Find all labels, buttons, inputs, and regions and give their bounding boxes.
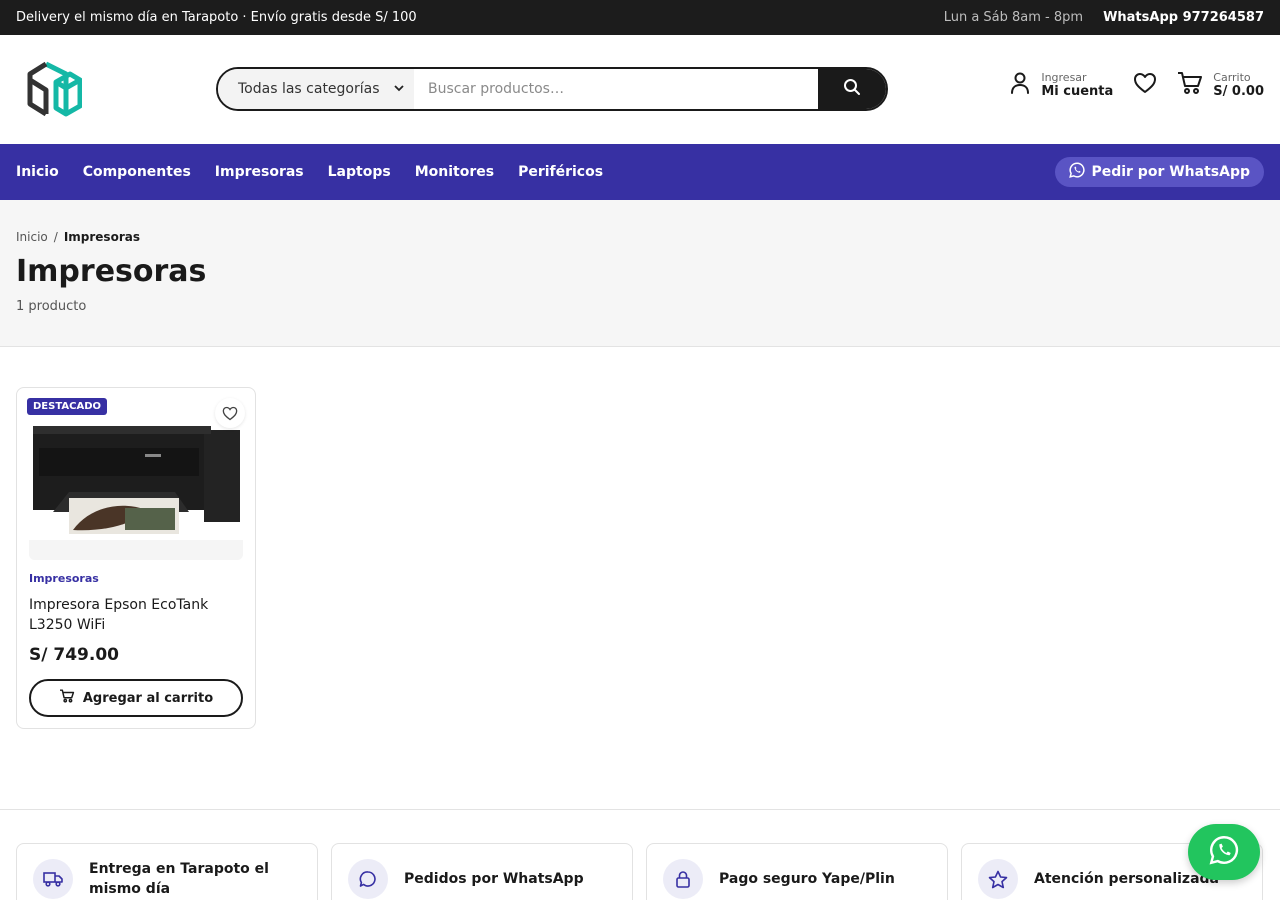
feature-text: Pedidos por WhatsApp [404,871,584,887]
feature-item: Pedidos por WhatsApp [331,843,633,900]
page-title: Impresoras [16,254,207,289]
features-strip: Entrega en Tarapoto el mismo día Pedidos… [0,809,1280,900]
nav-item-monitores[interactable]: Monitores [415,164,494,180]
product-card[interactable]: DESTACADO Impresoras Impresora Epson Eco… [16,387,256,729]
whatsapp-icon [1069,162,1086,182]
feature-item: Pago seguro Yape/Plin [646,843,948,900]
lock-icon [663,859,703,899]
product-price: S/ 749.00 [29,645,119,665]
promo-text: Delivery el mismo día en Tarapoto · Enví… [16,10,417,25]
nav-item-impresoras[interactable]: Impresoras [215,164,304,180]
breadcrumb-home[interactable]: Inicio [16,230,48,244]
whatsapp-order-label: Pedir por WhatsApp [1091,164,1250,180]
search-input[interactable] [414,69,818,109]
cart-total: S/ 0.00 [1213,84,1264,99]
search-button[interactable] [818,69,886,109]
cart-label: Carrito [1213,71,1251,84]
user-icon [1009,71,1031,99]
chat-icon [348,859,388,899]
category-select-value: Todas las categorías [238,81,380,97]
star-icon [978,859,1018,899]
nav-item-laptops[interactable]: Laptops [328,164,391,180]
account-link[interactable]: Ingresar Mi cuenta [1009,71,1113,99]
featured-badge: DESTACADO [27,398,107,415]
account-label: Mi cuenta [1041,84,1114,99]
whatsapp-order-button[interactable]: Pedir por WhatsApp [1055,157,1264,187]
top-bar: Delivery el mismo día en Tarapoto · Enví… [0,0,1280,35]
cart-icon [59,689,75,707]
chevron-down-icon [394,83,404,96]
store-hours: Lun a Sáb 8am - 8pm [943,10,1084,25]
floating-whatsapp-button[interactable] [1188,824,1260,880]
truck-icon [33,859,73,899]
site-header: Todas las categorías Ingresar Mi cuenta [0,35,1280,144]
wishlist-heart-icon[interactable] [1133,72,1157,98]
cart-icon [1177,71,1203,99]
breadcrumb-current: Impresoras [63,230,140,244]
wishlist-heart-icon[interactable] [215,398,245,428]
nav-item-componentes[interactable]: Componentes [83,164,191,180]
product-name[interactable]: Impresora Epson EcoTank L3250 WiFi [29,595,243,635]
whatsapp-link[interactable]: WhatsApp 977264587 [1103,10,1264,25]
add-to-cart-button[interactable]: Agregar al carrito [29,679,243,717]
search-icon [843,78,861,100]
header-actions: Ingresar Mi cuenta Carrito S/ 0.00 [1009,71,1264,99]
account-login-label: Ingresar [1041,71,1087,84]
product-count: 1 producto [16,299,87,314]
whatsapp-icon [1209,835,1239,869]
feature-text: Pago seguro Yape/Plin [719,871,895,887]
category-select[interactable]: Todas las categorías [218,69,414,109]
main-nav: Inicio Componentes Impresoras Laptops Mo… [0,144,1280,200]
breadcrumb: Inicio / Impresoras [16,230,1264,244]
breadcrumb-separator: / [53,230,58,244]
product-category[interactable]: Impresoras [29,572,243,585]
feature-item: Entrega en Tarapoto el mismo día [16,843,318,900]
add-to-cart-label: Agregar al carrito [82,690,214,706]
nav-item-perifericos[interactable]: Periféricos [518,164,603,180]
search-bar: Todas las categorías [216,67,888,111]
page-header: Inicio / Impresoras Impresoras 1 product… [0,200,1280,347]
cart-link[interactable]: Carrito S/ 0.00 [1177,71,1264,99]
nav-item-inicio[interactable]: Inicio [16,164,59,180]
feature-text: Entrega en Tarapoto el mismo día [89,861,269,897]
product-image[interactable] [29,400,243,560]
cube-logo-icon[interactable] [26,60,83,120]
